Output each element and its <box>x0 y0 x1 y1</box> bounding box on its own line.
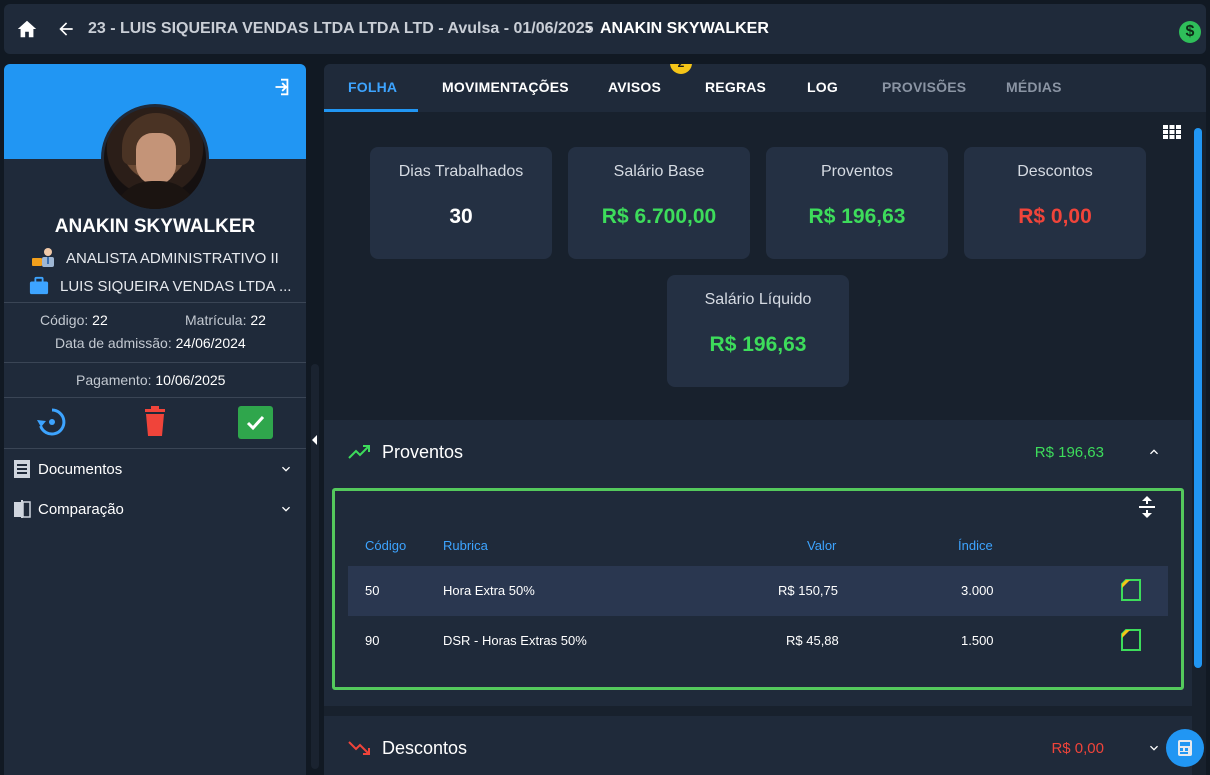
card-value: R$ 196,63 <box>808 205 906 228</box>
card-value: R$ 0,00 <box>1018 205 1092 228</box>
logout-icon[interactable] <box>270 76 292 98</box>
cell-codigo: 90 <box>365 633 380 648</box>
check-icon <box>246 415 265 431</box>
sidebar-item-label: Documentos <box>38 460 123 478</box>
divider <box>4 397 306 398</box>
avisos-badge: 2 <box>670 64 692 74</box>
sidebar-item-comparacao[interactable]: Comparação <box>4 494 306 524</box>
trash-icon[interactable] <box>142 406 168 436</box>
table-row[interactable]: 50 Hora Extra 50% R$ 150,75 3.000 <box>348 566 1168 616</box>
card-label: Salário Base <box>613 163 705 180</box>
chevron-down-icon[interactable] <box>1146 740 1162 756</box>
edit-document-icon[interactable] <box>1120 578 1142 602</box>
briefcase-icon <box>29 276 49 295</box>
card-value: R$ 196,63 <box>709 333 807 356</box>
edit-document-icon[interactable] <box>1120 628 1142 652</box>
chevron-right-icon <box>587 25 592 33</box>
employee-role: ANALISTA ADMINISTRATIVO II <box>30 246 279 270</box>
dollar-circle-icon[interactable]: $ <box>1179 21 1201 43</box>
confirm-button[interactable] <box>238 406 273 439</box>
tab-log[interactable]: LOG <box>807 79 838 95</box>
restore-icon[interactable] <box>36 406 68 438</box>
card-label: Descontos <box>1017 163 1093 180</box>
cell-indice: 1.500 <box>961 633 994 648</box>
proventos-table: Código Rubrica Valor Índice 50 Hora Extr… <box>332 488 1184 690</box>
employee-company: LUIS SIQUEIRA VENDAS LTDA ... <box>28 276 291 296</box>
arrow-left-icon[interactable] <box>56 19 76 39</box>
tab-regras[interactable]: REGRAS <box>705 79 766 95</box>
tab-avisos[interactable]: AVISOS <box>608 79 661 95</box>
chevron-down-icon <box>282 506 290 512</box>
matricula-info: Matrícula: 22 <box>185 312 266 328</box>
document-list-icon <box>14 460 30 478</box>
pagamento-info: Pagamento: 10/06/2025 <box>76 372 226 388</box>
floating-action-button[interactable] <box>1166 729 1204 767</box>
admissao-info: Data de admissão: 24/06/2024 <box>55 335 246 351</box>
tab-provisoes: PROVISÕES <box>882 79 967 95</box>
section-title[interactable]: Descontos <box>382 738 467 759</box>
role-label: ANALISTA ADMINISTRATIVO II <box>66 249 279 267</box>
sidebar-item-documentos[interactable]: Documentos <box>4 454 306 484</box>
active-tab-indicator <box>324 109 418 112</box>
employee-role-icon <box>32 248 54 267</box>
cell-indice: 3.000 <box>961 583 994 598</box>
cell-valor: R$ 45,88 <box>786 633 839 648</box>
top-bar: 23 - LUIS SIQUEIRA VENDAS LTDA LTDA LTD … <box>4 4 1206 54</box>
grid-icon[interactable] <box>1163 125 1181 139</box>
card-descontos: Descontos R$ 0,00 <box>964 147 1146 259</box>
table-row[interactable]: 90 DSR - Horas Extras 50% R$ 45,88 1.500 <box>348 616 1168 666</box>
divider <box>4 302 306 303</box>
breadcrumb[interactable]: 23 - LUIS SIQUEIRA VENDAS LTDA LTDA LTD … <box>88 20 594 38</box>
section-amount: R$ 0,00 <box>1051 740 1104 757</box>
expand-vertical-icon[interactable] <box>1137 495 1157 519</box>
card-dias-trabalhados: Dias Trabalhados 30 <box>370 147 552 259</box>
column-header-valor[interactable]: Valor <box>807 538 836 553</box>
card-salario-base: Salário Base R$ 6.700,00 <box>568 147 750 259</box>
sidebar-item-label: Comparação <box>38 500 124 518</box>
tab-folha[interactable]: FOLHA <box>348 79 397 95</box>
section-amount: R$ 196,63 <box>1034 444 1104 461</box>
cell-codigo: 50 <box>365 583 380 598</box>
codigo-info: Código: 22 <box>40 312 108 328</box>
calculator-icon <box>1178 740 1192 756</box>
avatar <box>101 104 209 212</box>
employee-name: ANAKIN SKYWALKER <box>54 216 256 237</box>
main-scrollbar[interactable] <box>1194 128 1202 668</box>
cell-rubrica: DSR - Horas Extras 50% <box>443 633 587 648</box>
card-label: Salário Líquido <box>704 291 812 308</box>
tab-movimentacoes[interactable]: MOVIMENTAÇÕES <box>442 79 569 95</box>
column-header-rubrica[interactable]: Rubrica <box>443 538 488 553</box>
tab-medias: MÉDIAS <box>1006 79 1062 95</box>
main-panel: FOLHA MOVIMENTAÇÕES AVISOS REGRAS LOG PR… <box>324 64 1206 775</box>
section-title[interactable]: Proventos <box>382 442 463 463</box>
cell-rubrica: Hora Extra 50% <box>443 583 535 598</box>
chevron-up-icon[interactable] <box>1146 444 1162 460</box>
chevron-down-icon <box>282 466 290 472</box>
tab-bar: FOLHA MOVIMENTAÇÕES AVISOS REGRAS LOG PR… <box>324 64 1206 112</box>
divider <box>4 448 306 449</box>
column-header-codigo[interactable]: Código <box>365 538 406 553</box>
card-label: Proventos <box>820 163 894 180</box>
trending-down-icon <box>348 741 370 755</box>
column-header-indice[interactable]: Índice <box>958 538 993 553</box>
card-label: Dias Trabalhados <box>398 163 524 180</box>
sidebar-scrollbar[interactable] <box>311 364 319 769</box>
employee-sidebar: ANAKIN SKYWALKER ANALISTA ADMINISTRATIVO… <box>4 64 306 775</box>
divider <box>4 362 306 363</box>
card-value: 30 <box>449 205 473 228</box>
breadcrumb-current: ANAKIN SKYWALKER <box>600 20 769 37</box>
trending-up-icon <box>348 445 370 459</box>
cell-valor: R$ 150,75 <box>778 583 838 598</box>
compare-icon <box>14 500 31 518</box>
descontos-section: Descontos R$ 0,00 <box>324 716 1192 775</box>
proventos-section: Proventos R$ 196,63 Código Rubrica Valor… <box>324 420 1192 706</box>
card-salario-liquido: Salário Líquido R$ 196,63 <box>667 275 849 387</box>
company-label: LUIS SIQUEIRA VENDAS LTDA ... <box>60 277 292 295</box>
card-value: R$ 6.700,00 <box>601 205 717 228</box>
home-icon[interactable] <box>16 18 38 40</box>
card-proventos: Proventos R$ 196,63 <box>766 147 948 259</box>
collapse-sidebar-icon[interactable] <box>310 434 318 446</box>
